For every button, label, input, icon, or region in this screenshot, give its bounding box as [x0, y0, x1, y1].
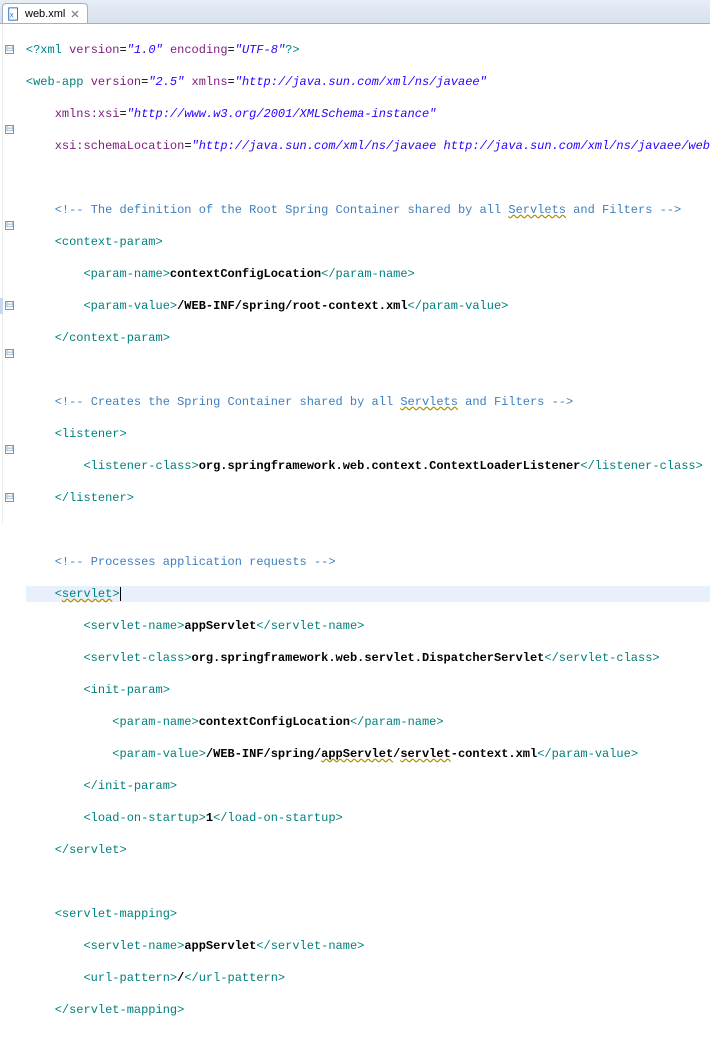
svg-text:X: X	[10, 12, 14, 19]
text-cursor	[120, 587, 121, 601]
tab-webxml[interactable]: X web.xml	[2, 3, 88, 23]
close-icon[interactable]	[69, 8, 81, 20]
editor-area[interactable]: ⊟⊟⊟⊟⊟⊟⊟ <?xml version="1.0" encoding="UT…	[0, 24, 710, 525]
tab-label: web.xml	[25, 8, 65, 20]
tab-bar: X web.xml	[0, 0, 710, 24]
xml-file-icon: X	[7, 7, 21, 21]
code-content[interactable]: <?xml version="1.0" encoding="UTF-8"?> <…	[6, 24, 710, 525]
